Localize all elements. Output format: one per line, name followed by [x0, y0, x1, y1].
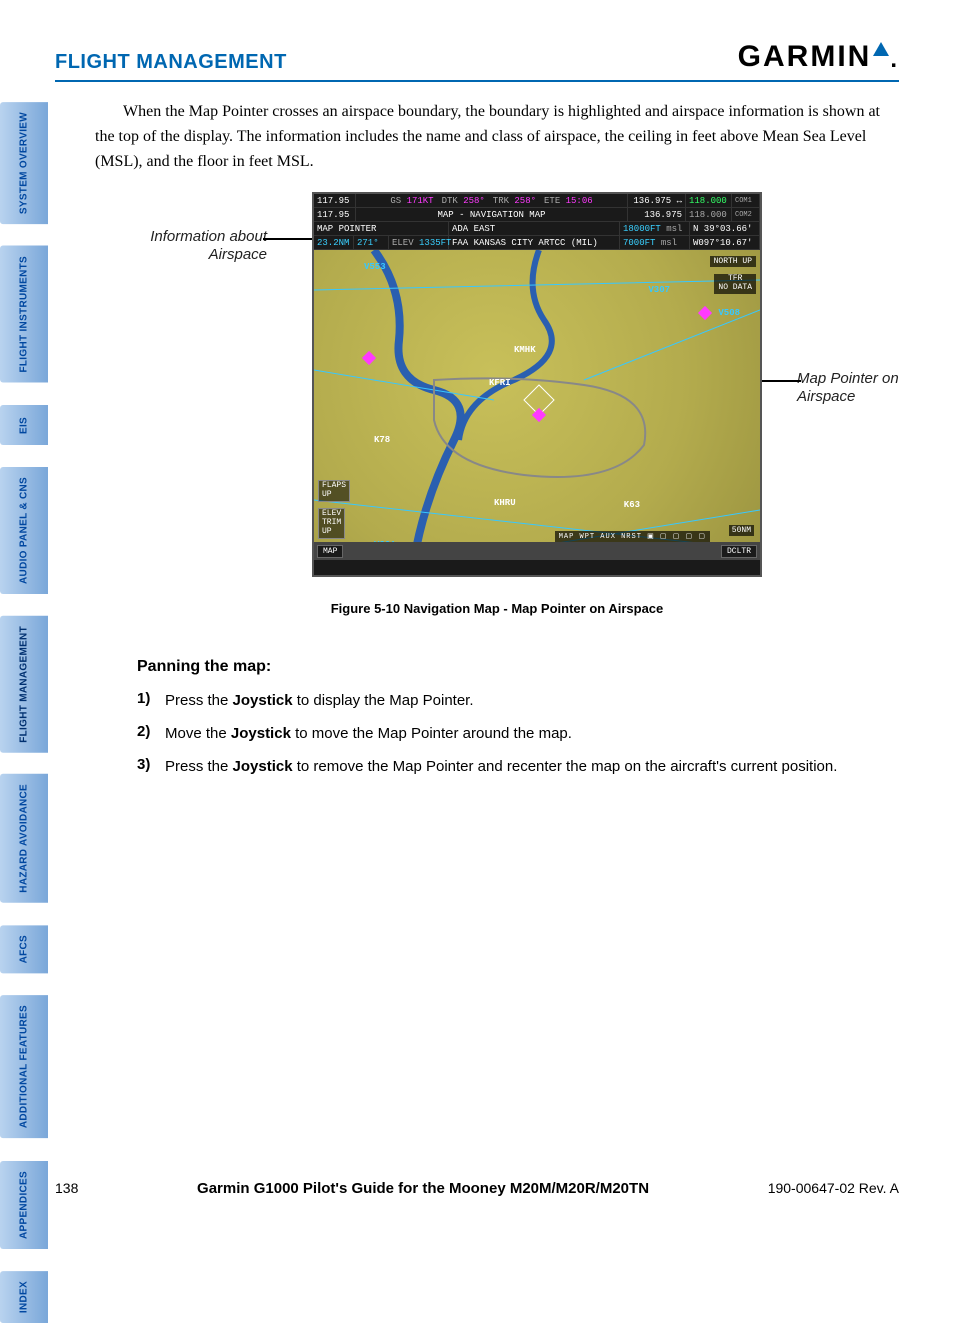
procedure-steps: 1) Press the Joystick to display the Map…	[137, 690, 899, 777]
step-3: 3) Press the Joystick to remove the Map …	[137, 756, 899, 777]
step-number: 1)	[137, 690, 165, 711]
figure-5-10: Information about Airspace Map Pointer o…	[137, 192, 857, 587]
victor-airway: V307	[648, 285, 670, 295]
main-content: When the Map Pointer crosses an airspace…	[95, 100, 899, 777]
tab-eis[interactable]: EIS	[0, 405, 48, 445]
step-number: 3)	[137, 756, 165, 777]
callout-right: Map Pointer on Airspace	[797, 370, 954, 406]
tab-flight-instruments[interactable]: FLIGHT INSTRUMENTS	[0, 246, 48, 383]
tab-audio-panel-cns[interactable]: AUDIO PANEL & CNS	[0, 467, 48, 594]
step-text: Press the Joystick to remove the Map Poi…	[165, 756, 899, 777]
brand-logo: GARMIN.	[738, 40, 899, 74]
airport-ident: K78	[374, 435, 390, 445]
procedure-heading: Panning the map:	[137, 658, 899, 676]
airport-ident: KMHK	[514, 345, 536, 355]
victor-airway: V508	[718, 308, 740, 318]
page-number: 138	[55, 1180, 78, 1196]
step-text: Press the Joystick to display the Map Po…	[165, 690, 899, 711]
leader-line-left	[263, 238, 313, 240]
nav-com-row-2: 117.95 MAP - NAVIGATION MAP 136.975 118.…	[314, 208, 760, 222]
tab-index[interactable]: INDEX	[0, 1271, 48, 1323]
section-tabs: SYSTEM OVERVIEW FLIGHT INSTRUMENTS EIS A…	[0, 102, 48, 1323]
tab-hazard-avoidance[interactable]: HAZARD AVOIDANCE	[0, 774, 48, 903]
nav-com-row-1: 117.95 GS 171KT DTK 258° TRK 258° ETE 15…	[314, 194, 760, 208]
page-group-strip: MAP WPT AUX NRST ▣ ▢ ▢ ▢ ▢	[555, 531, 710, 542]
step-text: Move the Joystick to move the Map Pointe…	[165, 723, 899, 744]
tab-appendices[interactable]: APPENDICES	[0, 1161, 48, 1249]
tab-afcs[interactable]: AFCS	[0, 925, 48, 973]
airport-ident: KHRU	[494, 498, 516, 508]
airport-ident: K63	[624, 500, 640, 510]
softkey-bar: MAP DCLTR	[314, 542, 760, 560]
map-canvas: NORTH UP TFRNO DATA 50NM FLAPSUP ELEVTRI…	[314, 250, 760, 560]
north-up-badge: NORTH UP	[710, 256, 756, 267]
step-number: 2)	[137, 723, 165, 744]
map-rivers-icon	[314, 250, 760, 560]
waypoint-icon	[698, 306, 712, 320]
softkey-map[interactable]: MAP	[317, 545, 343, 558]
tab-additional-features[interactable]: ADDITIONAL FEATURES	[0, 995, 48, 1138]
page-footer: 138 Garmin G1000 Pilot's Guide for the M…	[55, 1180, 899, 1197]
waypoint-icon	[362, 351, 376, 365]
airport-ident: KFRI	[489, 378, 511, 388]
map-pointer-info-1: MAP POINTER ADA EAST 18000FT msl N 39°03…	[314, 222, 760, 236]
footer-title: Garmin G1000 Pilot's Guide for the Moone…	[197, 1180, 649, 1197]
tab-flight-management[interactable]: FLIGHT MANAGEMENT	[0, 616, 48, 753]
map-scale: 50NM	[729, 525, 754, 536]
elev-trim-indicator: ELEVTRIMUP	[318, 508, 345, 538]
intro-paragraph: When the Map Pointer crosses an airspace…	[95, 100, 899, 174]
page-header: FLIGHT MANAGEMENT GARMIN.	[55, 0, 899, 82]
figure-caption: Figure 5-10 Navigation Map - Map Pointer…	[95, 601, 899, 616]
section-title: FLIGHT MANAGEMENT	[55, 51, 287, 74]
tab-system-overview[interactable]: SYSTEM OVERVIEW	[0, 102, 48, 224]
waypoint-icon	[532, 408, 546, 422]
step-1: 1) Press the Joystick to display the Map…	[137, 690, 899, 711]
step-2: 2) Move the Joystick to move the Map Poi…	[137, 723, 899, 744]
footer-docref: 190-00647-02 Rev. A	[768, 1180, 899, 1196]
victor-airway: V553	[364, 262, 386, 272]
map-pointer-info-2: 23.2NM 271° ELEV 1335FT FAA KANSAS CITY …	[314, 236, 760, 250]
tfr-badge: TFRNO DATA	[714, 274, 756, 294]
callout-left: Information about Airspace	[127, 228, 267, 264]
softkey-dcltr[interactable]: DCLTR	[721, 545, 757, 558]
flaps-indicator: FLAPSUP	[318, 480, 350, 502]
mfd-screen: 117.95 GS 171KT DTK 258° TRK 258° ETE 15…	[312, 192, 762, 577]
